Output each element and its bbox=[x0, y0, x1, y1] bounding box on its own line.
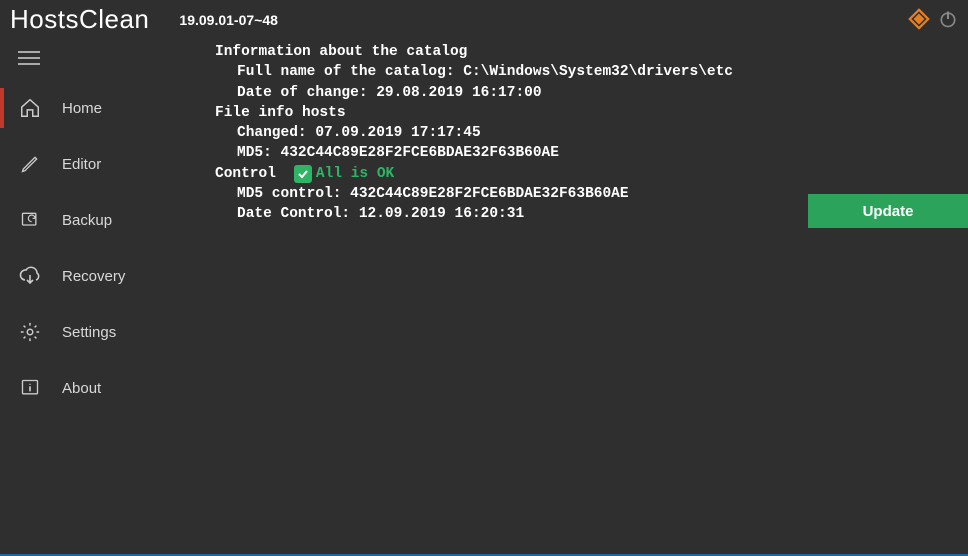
update-button[interactable]: Update bbox=[808, 194, 968, 228]
sidebar-item-settings[interactable]: Settings bbox=[0, 304, 200, 360]
info-icon bbox=[18, 376, 42, 400]
cloud-down-icon bbox=[18, 264, 42, 288]
backup-icon bbox=[18, 208, 42, 232]
catalog-date-line: Date of change: 29.08.2019 16:17:00 bbox=[215, 83, 958, 103]
sidebar-item-recovery[interactable]: Recovery bbox=[0, 248, 200, 304]
sidebar-item-label: Settings bbox=[62, 324, 116, 341]
sidebar-item-home[interactable]: Home bbox=[0, 80, 200, 136]
pencil-icon bbox=[18, 152, 42, 176]
changed-line: Changed: 07.09.2019 17:17:45 bbox=[215, 123, 958, 143]
home-icon bbox=[18, 96, 42, 120]
header: HostsClean 19.09.01-07~48 bbox=[0, 0, 968, 38]
main-content: Information about the catalog Full name … bbox=[200, 38, 968, 556]
sidebar-item-about[interactable]: About bbox=[0, 360, 200, 416]
sidebar-item-label: Home bbox=[62, 100, 102, 117]
control-heading: Control bbox=[215, 164, 276, 184]
catalog-fullname-line: Full name of the catalog: C:\Windows\Sys… bbox=[215, 62, 958, 82]
catalog-heading: Information about the catalog bbox=[215, 42, 958, 62]
gear-icon bbox=[18, 320, 42, 344]
power-icon[interactable] bbox=[938, 9, 958, 29]
file-heading: File info hosts bbox=[215, 103, 958, 123]
app-version: 19.09.01-07~48 bbox=[179, 12, 277, 28]
check-icon bbox=[294, 165, 312, 183]
sidebar: Home Editor Backup Recovery Settings bbox=[0, 38, 200, 556]
sidebar-item-label: Backup bbox=[62, 212, 112, 229]
sidebar-item-backup[interactable]: Backup bbox=[0, 192, 200, 248]
hamburger-icon[interactable] bbox=[0, 42, 200, 80]
sidebar-item-label: About bbox=[62, 380, 101, 397]
md5-line: MD5: 432C44C89E28F2FCE6BDAE32F63B60AE bbox=[215, 143, 958, 163]
header-icons bbox=[908, 8, 958, 30]
sidebar-item-label: Recovery bbox=[62, 268, 125, 285]
sidebar-item-editor[interactable]: Editor bbox=[0, 136, 200, 192]
sidebar-item-label: Editor bbox=[62, 156, 101, 173]
app-title: HostsClean bbox=[10, 4, 149, 35]
status-text: All is OK bbox=[316, 164, 394, 184]
logo-icon[interactable] bbox=[908, 8, 930, 30]
control-row: Control All is OK bbox=[215, 164, 958, 184]
